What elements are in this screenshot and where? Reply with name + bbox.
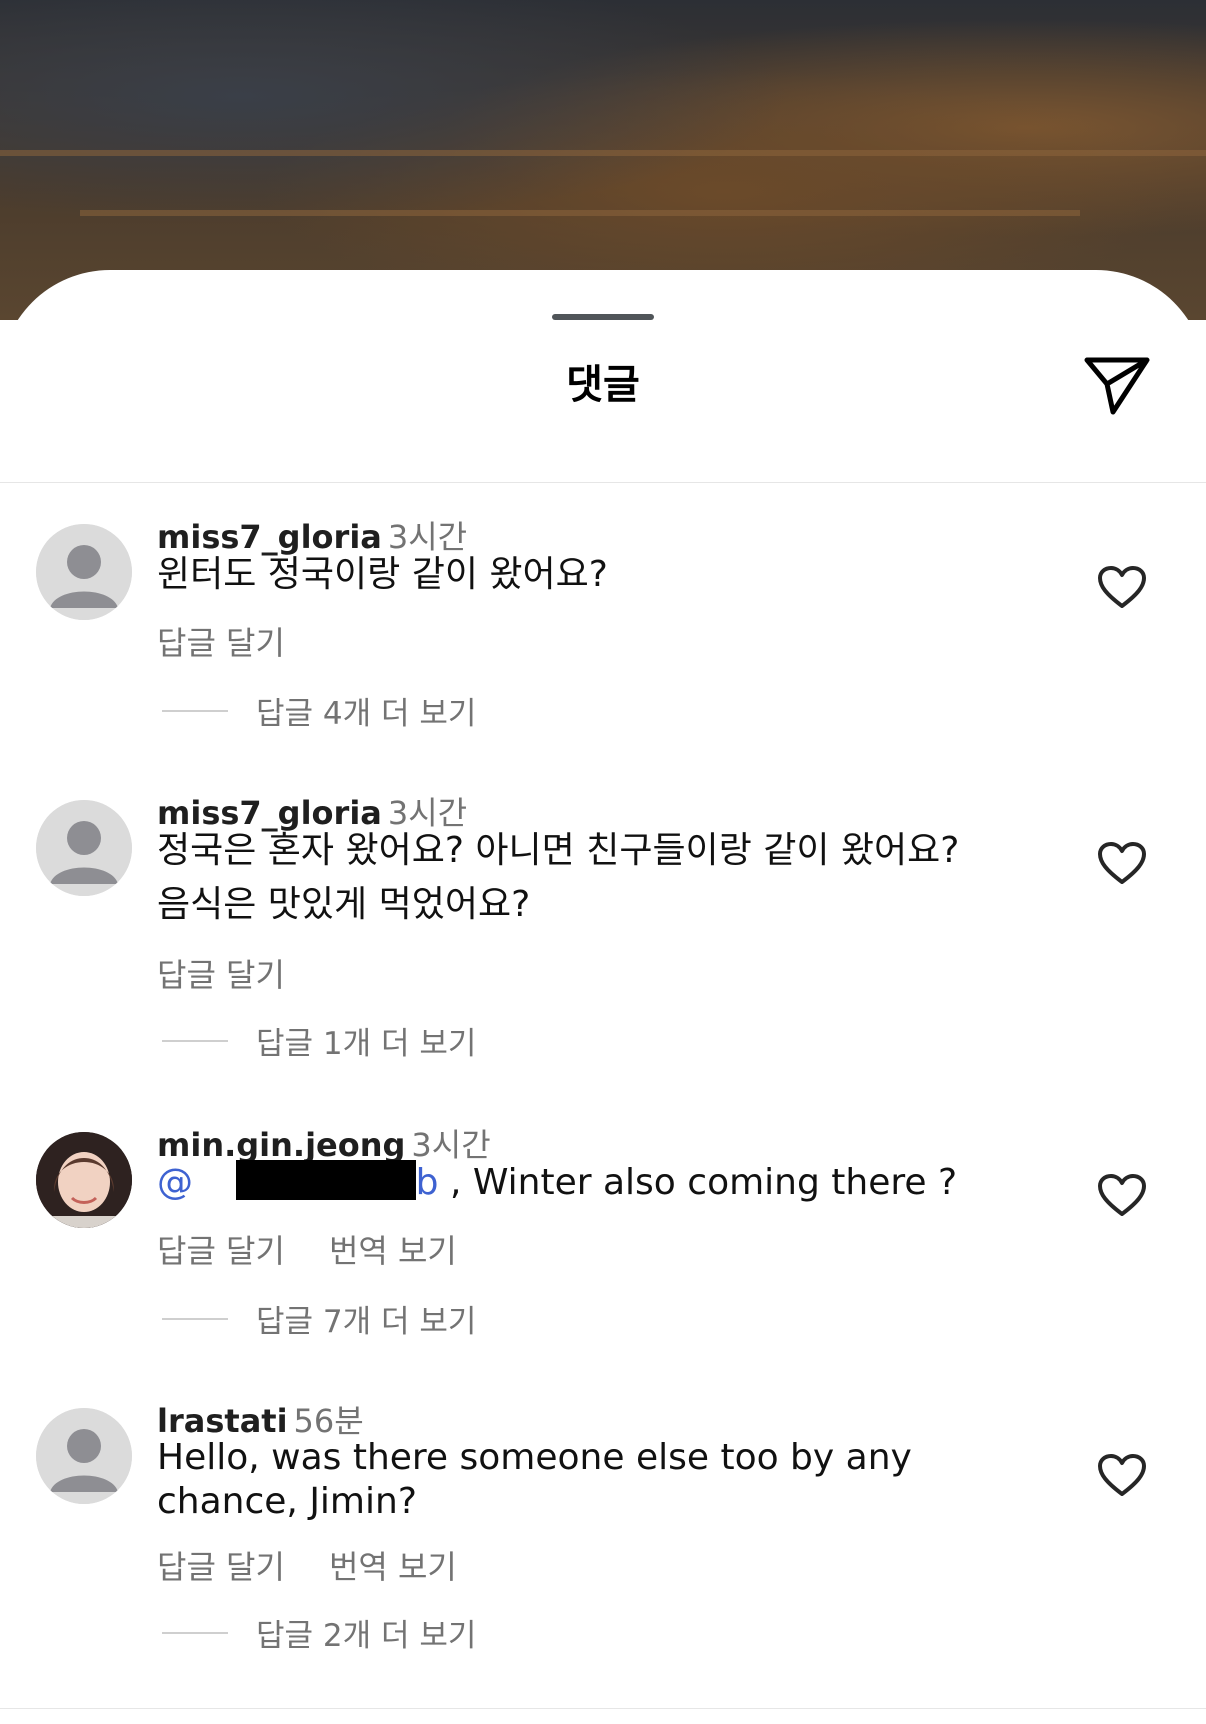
translate-button[interactable]: 번역 보기 bbox=[329, 1548, 457, 1586]
default-avatar-icon bbox=[36, 1408, 132, 1504]
avatar[interactable] bbox=[36, 1408, 132, 1504]
comment-actions: 답글 달기 번역 보기 bbox=[157, 1542, 501, 1588]
avatar[interactable] bbox=[36, 524, 132, 620]
comments-sheet: 댓글 miss7_gloria 3시간 윈터도 정국이랑 같이 왔어요? 답글 달… bbox=[0, 270, 1206, 1724]
mention-end: b bbox=[415, 1162, 439, 1203]
view-replies-button[interactable]: 답글 4개 더 보기 bbox=[162, 688, 476, 733]
comment-text-line: chance, Jimin? bbox=[157, 1481, 417, 1522]
comment-text: 정국은 혼자 왔어요? 아니면 친구들이랑 같이 왔어요? 음식은 맛있게 먹었… bbox=[157, 824, 1057, 932]
view-replies-button[interactable]: 답글 7개 더 보기 bbox=[162, 1296, 476, 1341]
reply-button[interactable]: 답글 달기 bbox=[157, 1548, 285, 1586]
default-avatar-icon bbox=[36, 800, 132, 896]
view-replies-button[interactable]: 답글 2개 더 보기 bbox=[162, 1610, 476, 1655]
mention-link[interactable]: @ b bbox=[157, 1160, 439, 1203]
reply-button[interactable]: 답글 달기 bbox=[157, 956, 285, 994]
view-replies-label: 답글 2개 더 보기 bbox=[256, 1618, 477, 1654]
comment-text-rest: , Winter also coming there ? bbox=[438, 1162, 958, 1203]
comment-text-line: 윈터도 정국이랑 같이 왔어요? bbox=[157, 554, 608, 595]
comment-text: 윈터도 정국이랑 같이 왔어요? bbox=[157, 548, 1057, 602]
avatar-photo[interactable] bbox=[36, 1132, 132, 1228]
divider-line bbox=[162, 1317, 228, 1320]
sheet-grabber[interactable] bbox=[552, 314, 654, 320]
profile-photo-icon bbox=[36, 1132, 132, 1228]
paper-plane-icon bbox=[1084, 357, 1150, 415]
bottom-divider bbox=[0, 1708, 1206, 1709]
translate-button[interactable]: 번역 보기 bbox=[329, 1232, 457, 1270]
comment-actions: 답글 달기 번역 보기 bbox=[157, 1226, 501, 1272]
reply-button[interactable]: 답글 달기 bbox=[157, 624, 285, 662]
redaction-bar bbox=[235, 1160, 416, 1200]
username[interactable]: lrastati bbox=[157, 1402, 288, 1440]
view-replies-label: 답글 1개 더 보기 bbox=[256, 1026, 477, 1062]
header-divider bbox=[0, 482, 1206, 483]
heart-outline-icon[interactable] bbox=[1096, 1172, 1148, 1218]
comment-text-line: 정국은 혼자 왔어요? 아니면 친구들이랑 같이 왔어요? bbox=[157, 830, 960, 871]
heart-outline-icon[interactable] bbox=[1096, 564, 1148, 610]
heart-outline-icon[interactable] bbox=[1096, 1452, 1148, 1498]
divider-line bbox=[162, 1631, 228, 1634]
comment-actions: 답글 달기 bbox=[157, 950, 329, 996]
comment-text: Hello, was there someone else too by any… bbox=[157, 1436, 1057, 1524]
timestamp: 56분 bbox=[293, 1402, 364, 1440]
share-button[interactable] bbox=[1080, 352, 1154, 418]
view-replies-label: 답글 7개 더 보기 bbox=[256, 1304, 477, 1340]
heart-outline-icon[interactable] bbox=[1096, 840, 1148, 886]
divider-line bbox=[162, 709, 228, 712]
mention-start: @ bbox=[157, 1162, 193, 1203]
avatar[interactable] bbox=[36, 800, 132, 896]
comment-text-line: 음식은 맛있게 먹었어요? bbox=[157, 884, 531, 925]
view-replies-button[interactable]: 답글 1개 더 보기 bbox=[162, 1018, 476, 1063]
view-replies-label: 답글 4개 더 보기 bbox=[256, 696, 477, 732]
divider-line bbox=[162, 1039, 228, 1042]
comment-actions: 답글 달기 bbox=[157, 618, 329, 664]
comment-text: @ b , Winter also coming there ? bbox=[157, 1156, 1057, 1210]
sheet-title: 댓글 bbox=[566, 362, 640, 408]
default-avatar-icon bbox=[36, 524, 132, 620]
comment-text-line: Hello, was there someone else too by any bbox=[157, 1437, 912, 1478]
reply-button[interactable]: 답글 달기 bbox=[157, 1232, 285, 1270]
